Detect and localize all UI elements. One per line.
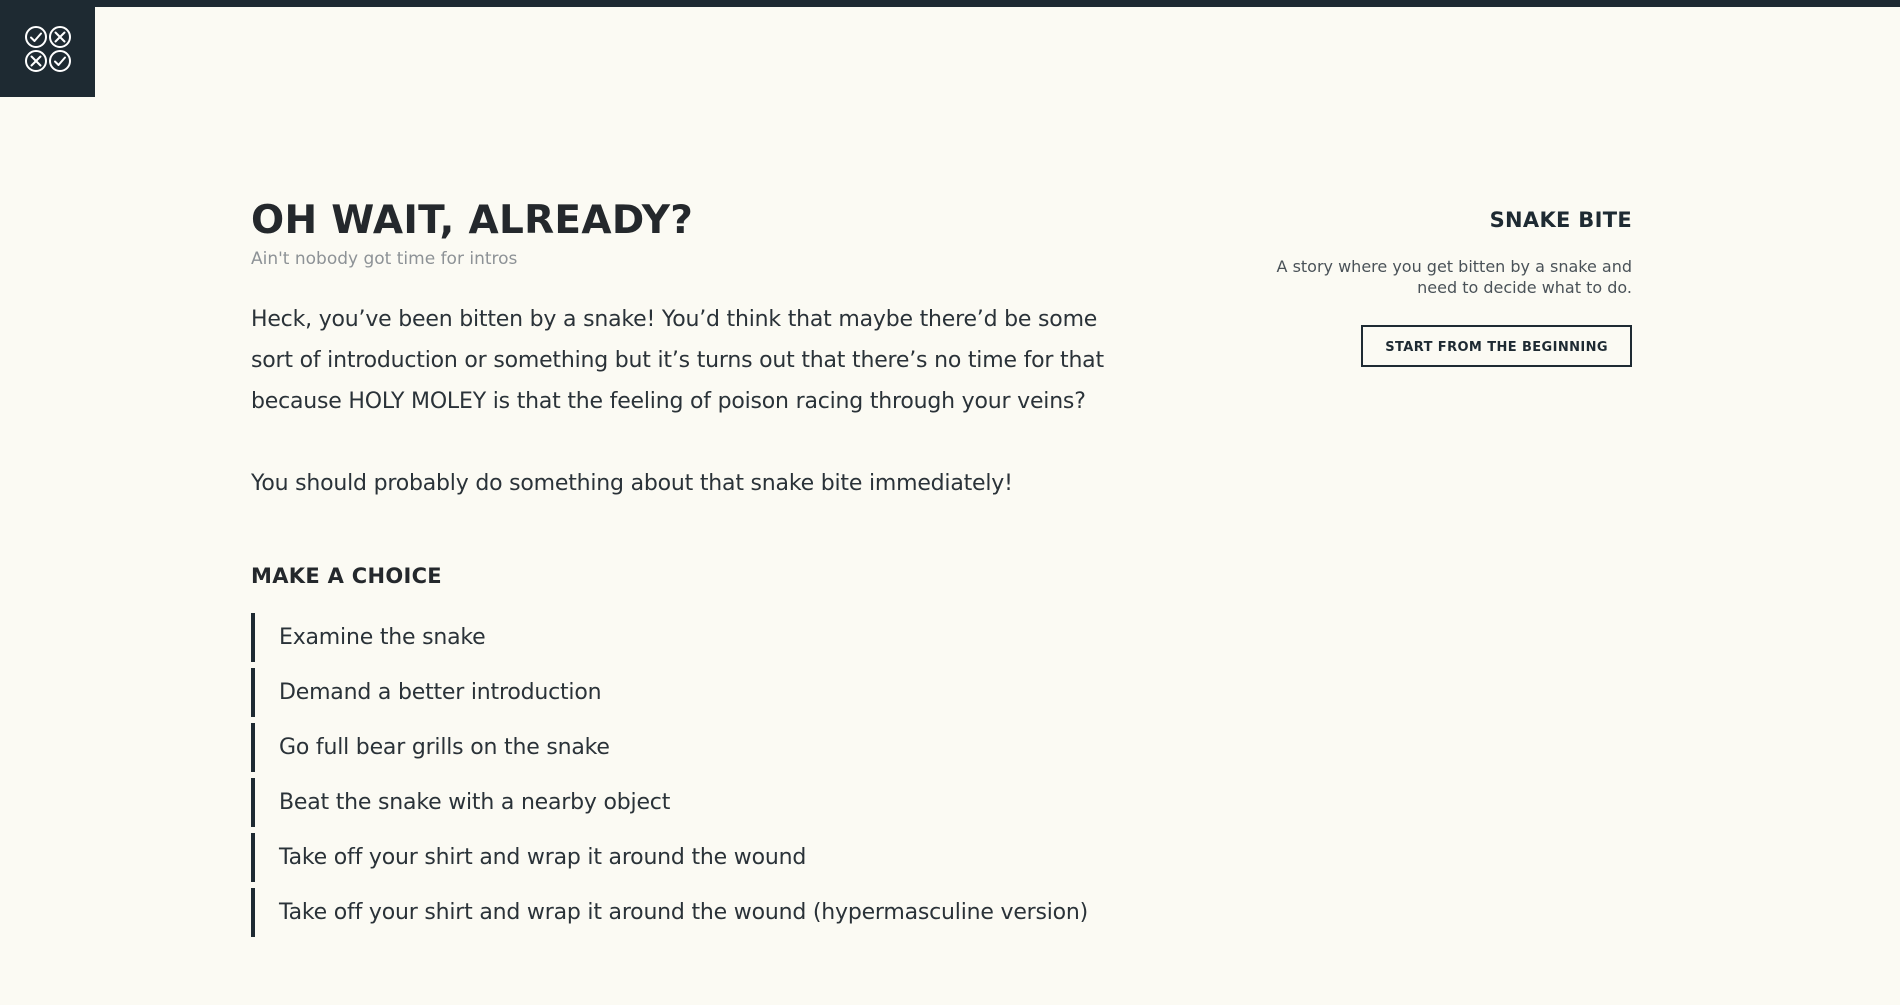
page-title: OH WAIT, ALREADY? — [251, 198, 694, 243]
story-paragraph: Heck, you’ve been bitten by a snake! You… — [251, 306, 1104, 414]
story-content: OH WAIT, ALREADY? Ain't nobody got time … — [251, 198, 1131, 943]
choice-label: Demand a better introduction — [279, 679, 602, 705]
choice-label: Beat the snake with a nearby object — [279, 789, 671, 815]
choice-label: Take off your shirt and wrap it around t… — [279, 899, 1089, 925]
choice-item[interactable]: Examine the snake — [251, 612, 1131, 662]
choice-item[interactable]: Take off your shirt and wrap it around t… — [251, 832, 1131, 882]
story-sidebar: SNAKE BITE A story where you get bitten … — [1260, 208, 1632, 367]
choice-item[interactable]: Go full bear grills on the snake — [251, 722, 1131, 772]
restart-button[interactable]: START FROM THE BEGINNING — [1361, 325, 1632, 367]
choice-label: Examine the snake — [279, 624, 486, 650]
story-title: SNAKE BITE — [1489, 208, 1632, 232]
story-paragraph: You should probably do something about t… — [251, 470, 1013, 496]
logo[interactable] — [0, 0, 95, 97]
check-cross-grid-icon — [24, 25, 71, 72]
choices-heading: MAKE A CHOICE — [251, 563, 442, 588]
choice-list: Examine the snake Demand a better introd… — [251, 612, 1131, 937]
story-description: A story where you get bitten by a snake … — [1276, 257, 1632, 297]
choice-item[interactable]: Take off your shirt and wrap it around t… — [251, 887, 1131, 937]
choice-item[interactable]: Beat the snake with a nearby object — [251, 777, 1131, 827]
choice-label: Go full bear grills on the snake — [279, 734, 610, 760]
top-bar — [0, 0, 1900, 7]
page-subtitle: Ain't nobody got time for intros — [251, 248, 518, 269]
choice-item[interactable]: Demand a better introduction — [251, 667, 1131, 717]
choice-label: Take off your shirt and wrap it around t… — [279, 844, 807, 870]
